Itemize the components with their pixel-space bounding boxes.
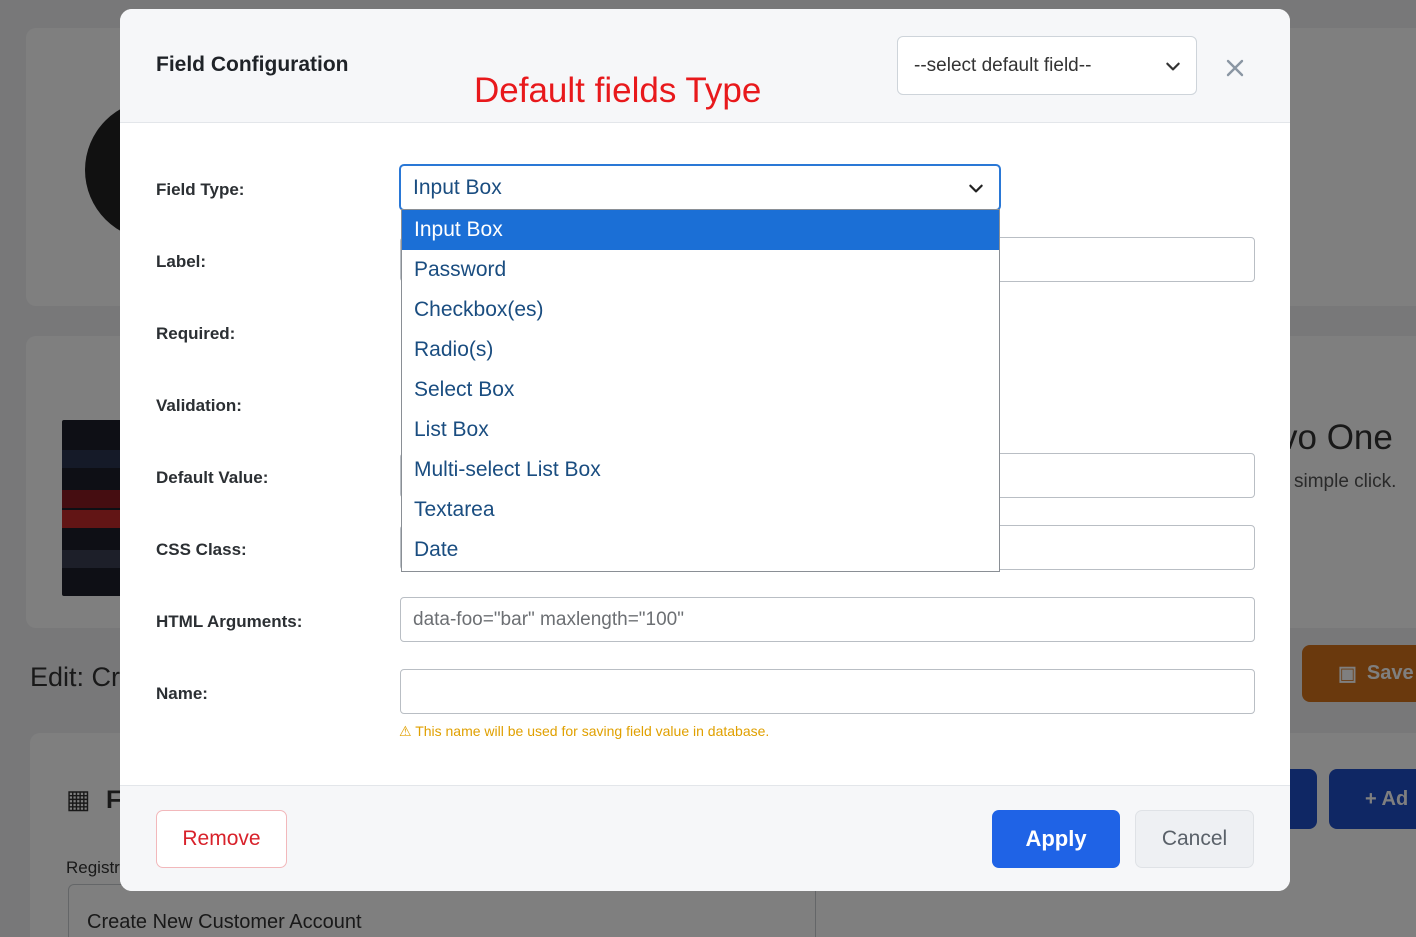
cancel-button[interactable]: Cancel <box>1135 810 1254 868</box>
html-arguments-label: HTML Arguments: <box>156 612 303 631</box>
field-type-option-input-box[interactable]: Input Box <box>402 210 999 250</box>
field-type-label: Field Type: <box>156 180 245 199</box>
field-type-option-select-box[interactable]: Select Box <box>402 370 999 410</box>
default-value-label: Default Value: <box>156 468 269 487</box>
chevron-down-icon <box>1166 62 1180 70</box>
field-type-dropdown: Input Box Password Checkbox(es) Radio(s)… <box>401 209 1000 572</box>
name-warning: ⚠ This name will be used for saving fiel… <box>399 723 770 739</box>
html-arguments-placeholder: data-foo="bar" maxlength="100" <box>413 608 684 630</box>
field-type-select-value: Input Box <box>413 175 502 199</box>
close-icon[interactable] <box>1223 56 1247 80</box>
field-type-select[interactable]: Input Box <box>399 164 1001 211</box>
label-field-label: Label: <box>156 252 207 271</box>
name-label: Name: <box>156 684 208 703</box>
apply-button[interactable]: Apply <box>992 810 1120 868</box>
name-input[interactable] <box>400 669 1255 714</box>
field-type-option-password[interactable]: Password <box>402 250 999 290</box>
field-type-option-textarea[interactable]: Textarea <box>402 490 999 530</box>
field-configuration-modal: Field Configuration Default fields Type … <box>120 9 1290 891</box>
remove-button[interactable]: Remove <box>156 810 287 868</box>
default-field-select-value: --select default field-- <box>914 54 1092 76</box>
field-type-option-list-box[interactable]: List Box <box>402 410 999 450</box>
field-type-option-date[interactable]: Date <box>402 530 999 570</box>
modal-footer: Remove Apply Cancel <box>120 785 1290 891</box>
default-field-select[interactable]: --select default field-- <box>897 36 1197 95</box>
modal-title: Field Configuration <box>156 53 349 76</box>
validation-label: Validation: <box>156 396 242 415</box>
css-class-label: CSS Class: <box>156 540 247 559</box>
chevron-down-icon <box>969 184 983 192</box>
field-type-option-checkboxes[interactable]: Checkbox(es) <box>402 290 999 330</box>
required-label: Required: <box>156 324 236 343</box>
html-arguments-input[interactable]: data-foo="bar" maxlength="100" <box>400 597 1255 642</box>
annotation-label: Default fields Type <box>474 71 762 110</box>
modal-header: Field Configuration Default fields Type … <box>120 9 1290 123</box>
field-type-option-radios[interactable]: Radio(s) <box>402 330 999 370</box>
field-type-option-multi-select-list-box[interactable]: Multi-select List Box <box>402 450 999 490</box>
